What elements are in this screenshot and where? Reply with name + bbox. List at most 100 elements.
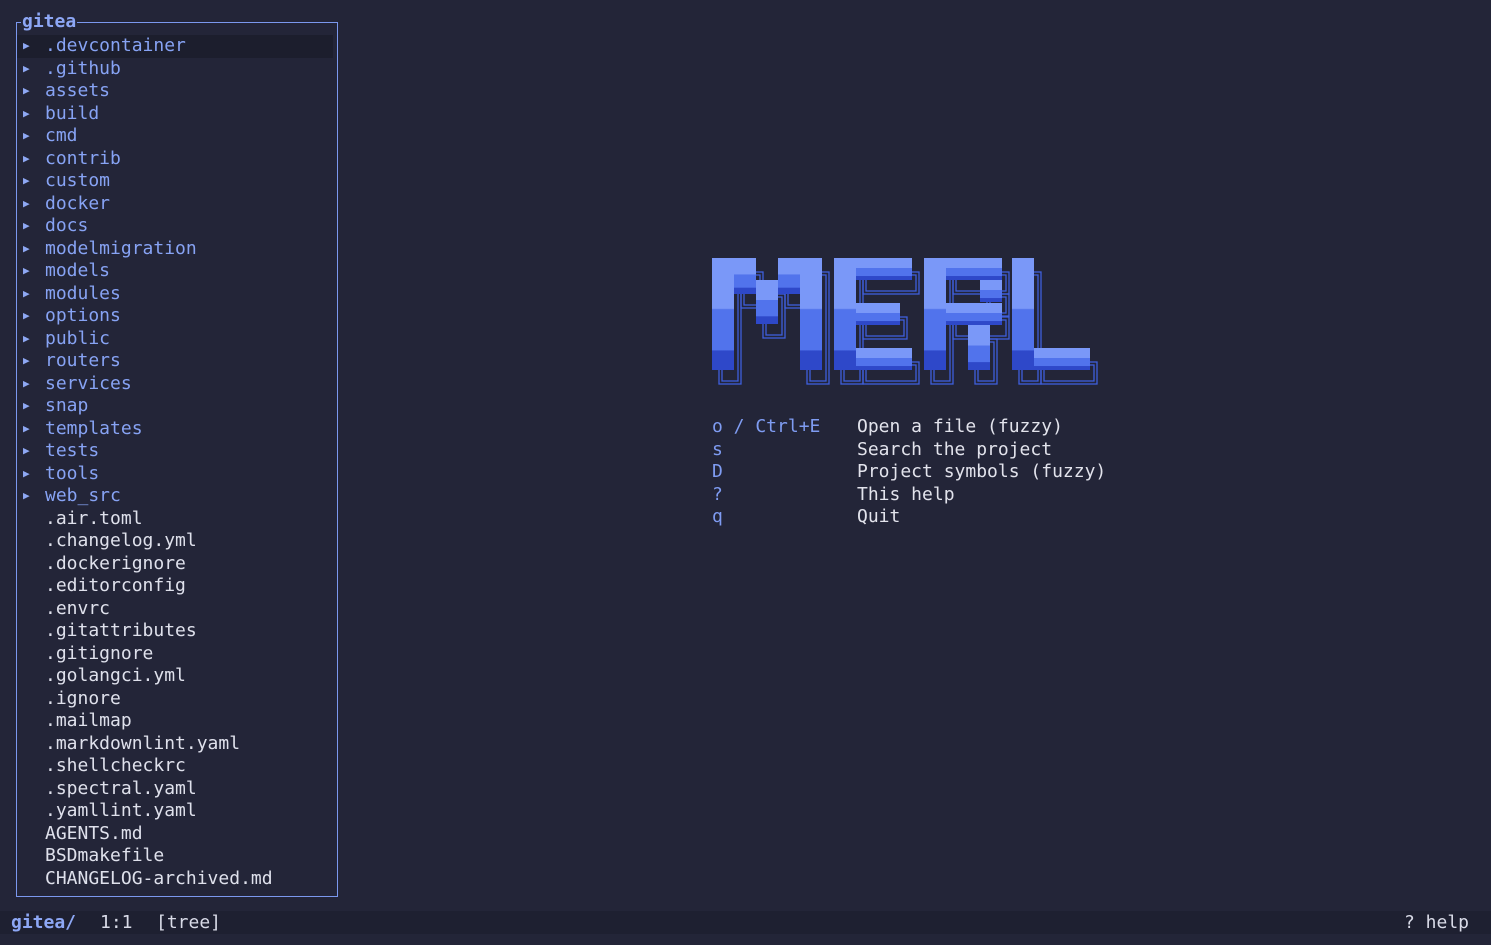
expand-arrow-icon[interactable]: ▶ <box>23 80 30 103</box>
tree-item-file[interactable]: .spectral.yaml <box>17 778 333 801</box>
tree-item-directory[interactable]: ▶ custom <box>17 170 333 193</box>
expand-arrow-icon[interactable]: ▶ <box>23 58 30 81</box>
tree-item-file[interactable]: .air.toml <box>17 508 333 531</box>
help-description: Quit <box>857 506 901 527</box>
expand-arrow-icon[interactable]: ▶ <box>23 440 30 463</box>
tree-item-directory[interactable]: ▶ options <box>17 305 333 328</box>
tree-item-file[interactable]: .ignore <box>17 688 333 711</box>
expand-arrow-icon[interactable]: ▶ <box>23 418 30 441</box>
tree-item-directory[interactable]: ▶ .github <box>17 58 333 81</box>
expand-arrow-icon[interactable]: ▶ <box>23 35 30 58</box>
tree-item-file[interactable]: BSDmakefile <box>17 845 333 868</box>
tree-item-file[interactable]: .gitignore <box>17 643 333 666</box>
tree-item-file[interactable]: .dockerignore <box>17 553 333 576</box>
tree-item-file[interactable]: .yamllint.yaml <box>17 800 333 823</box>
help-row: q Quit <box>712 506 1132 529</box>
tree-item-directory[interactable]: ▶ assets <box>17 80 333 103</box>
logo-block <box>1012 258 1034 370</box>
tree-item-directory[interactable]: ▶ services <box>17 373 333 396</box>
tree-item-label: contrib <box>45 147 121 169</box>
tree-item-directory[interactable]: ▶ tools <box>17 463 333 486</box>
tree-item-label: routers <box>45 350 121 371</box>
tree-item-file[interactable]: .golangci.yml <box>17 665 333 688</box>
tree-item-file[interactable]: .editorconfig <box>17 575 333 598</box>
tree-item-file[interactable]: .mailmap <box>17 710 333 733</box>
tree-item-label: .ignore <box>45 687 121 709</box>
tree-item-label: .devcontainer <box>45 35 186 56</box>
status-mode: [tree] <box>156 912 222 933</box>
expand-arrow-icon[interactable]: ▶ <box>23 485 30 508</box>
tree-item-label: custom <box>45 170 111 191</box>
help-key: ? <box>712 483 723 505</box>
logo-block <box>800 258 822 370</box>
tree-item-label: modelmigration <box>45 237 197 259</box>
tree-item-file[interactable]: .gitattributes <box>17 620 333 643</box>
tree-item-label: .spectral.yaml <box>45 777 197 799</box>
expand-arrow-icon[interactable]: ▶ <box>23 170 30 193</box>
expand-arrow-icon[interactable]: ▶ <box>23 260 30 283</box>
expand-arrow-icon[interactable]: ▶ <box>23 305 30 328</box>
expand-arrow-icon[interactable]: ▶ <box>23 350 30 373</box>
tree-item-directory[interactable]: ▶ modules <box>17 283 333 306</box>
help-key: s <box>712 438 723 460</box>
tree-item-file[interactable]: AGENTS.md <box>17 823 333 846</box>
tree-item-label: .changelog.yml <box>45 530 197 551</box>
tree-item-directory[interactable]: ▶ docker <box>17 193 333 216</box>
tree-item-directory[interactable]: ▶ public <box>17 328 333 351</box>
tree-item-directory[interactable]: ▶ web_src <box>17 485 333 508</box>
logo-block <box>778 258 800 294</box>
tree-item-label: snap <box>45 395 89 416</box>
tree-item-file[interactable]: .markdownlint.yaml <box>17 733 333 756</box>
tree-item-directory[interactable]: ▶ .devcontainer <box>17 35 333 58</box>
status-cursor-position: 1:1 <box>100 912 133 933</box>
expand-arrow-icon[interactable]: ▶ <box>23 238 30 261</box>
tree-item-directory[interactable]: ▶ models <box>17 260 333 283</box>
help-key: q <box>712 506 723 527</box>
tree-item-label: .air.toml <box>45 507 143 529</box>
help-key: D <box>712 461 723 482</box>
tree-item-label: models <box>45 260 111 281</box>
help-description: Project symbols (fuzzy) <box>857 461 1107 482</box>
file-tree-list: ▶ .devcontainer ▶ .github ▶ assets ▶ build ▶ cmd ▶… <box>17 35 337 890</box>
tree-item-label: .editorconfig <box>45 575 186 596</box>
tree-item-directory[interactable]: ▶ docs <box>17 215 333 238</box>
help-key: o / Ctrl+E <box>712 416 821 437</box>
expand-arrow-icon[interactable]: ▶ <box>23 148 30 171</box>
logo-block <box>756 280 778 324</box>
tree-item-file[interactable]: .changelog.yml <box>17 530 333 553</box>
tree-item-label: build <box>45 102 100 124</box>
expand-arrow-icon[interactable]: ▶ <box>23 328 30 351</box>
status-help-hint: ? help <box>1403 912 1469 933</box>
expand-arrow-icon[interactable]: ▶ <box>23 103 30 126</box>
logo-block <box>734 258 756 294</box>
expand-arrow-icon[interactable]: ▶ <box>23 395 30 418</box>
tree-item-directory[interactable]: ▶ contrib <box>17 148 333 171</box>
tree-item-file[interactable]: CHANGELOG-archived.md <box>17 868 333 891</box>
logo-block <box>1034 348 1090 370</box>
expand-arrow-icon[interactable]: ▶ <box>23 193 30 216</box>
tree-item-directory[interactable]: ▶ templates <box>17 418 333 441</box>
file-tree-panel[interactable]: gitea ▶ .devcontainer ▶ .github ▶ assets ▶ buil… <box>16 11 338 897</box>
expand-arrow-icon[interactable]: ▶ <box>23 463 30 486</box>
expand-arrow-icon[interactable]: ▶ <box>23 215 30 238</box>
tree-item-label: .mailmap <box>45 710 132 731</box>
tree-item-label: .github <box>45 57 121 79</box>
expand-arrow-icon[interactable]: ▶ <box>23 125 30 148</box>
tree-item-directory[interactable]: ▶ cmd <box>17 125 333 148</box>
help-row: D Project symbols (fuzzy) <box>712 461 1132 484</box>
logo-block <box>946 258 1002 280</box>
tree-item-directory[interactable]: ▶ tests <box>17 440 333 463</box>
tree-item-directory[interactable]: ▶ snap <box>17 395 333 418</box>
tree-item-directory[interactable]: ▶ routers <box>17 350 333 373</box>
tree-item-file[interactable]: .envrc <box>17 598 333 621</box>
logo-block <box>856 303 900 325</box>
help-table: o / Ctrl+E Open a file (fuzzy) s Search the… <box>712 416 1132 529</box>
logo-block <box>968 325 990 370</box>
tree-item-label: .envrc <box>45 597 111 619</box>
tree-item-file[interactable]: .shellcheckrc <box>17 755 333 778</box>
tree-item-directory[interactable]: ▶ build <box>17 103 333 126</box>
tree-item-directory[interactable]: ▶ modelmigration <box>17 238 333 261</box>
expand-arrow-icon[interactable]: ▶ <box>23 283 30 306</box>
logo-block <box>712 258 734 370</box>
expand-arrow-icon[interactable]: ▶ <box>23 373 30 396</box>
